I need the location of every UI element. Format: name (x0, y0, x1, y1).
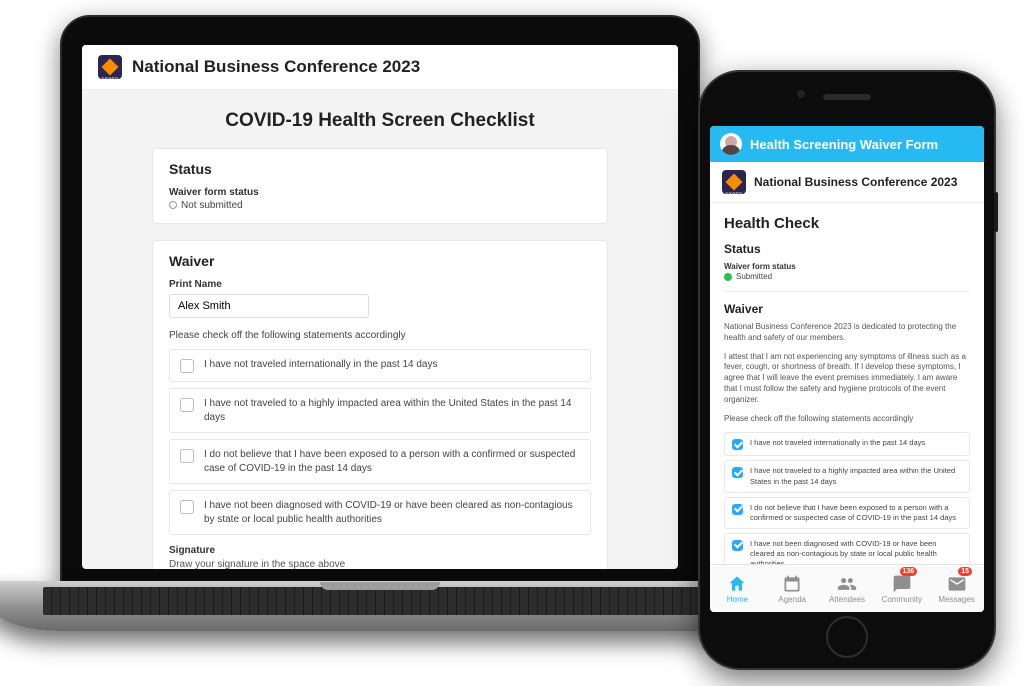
signature-hint: Draw your signature in the space above (169, 559, 591, 569)
mobile-header-bar: Health Screening Waiver Form (710, 126, 984, 162)
statement-row[interactable]: I do not believe that I have been expose… (169, 439, 591, 484)
print-name-input[interactable] (169, 294, 369, 318)
status-heading: Status (169, 161, 591, 177)
checklist-instructions: Please check off the following statement… (724, 414, 970, 425)
statement-text: I have not traveled internationally in t… (204, 358, 437, 373)
statement-text: I have not been diagnosed with COVID-19 … (750, 539, 962, 564)
status-heading: Status (724, 242, 970, 256)
waiver-heading: Waiver (169, 253, 591, 269)
tab-community[interactable]: 136 Community (874, 565, 929, 612)
phone-side-button (994, 192, 998, 232)
chat-icon (892, 574, 912, 594)
status-dot-icon (724, 273, 732, 281)
checkbox-icon[interactable] (732, 540, 743, 551)
waiver-intro: National Business Conference 2023 is ded… (724, 322, 970, 344)
tab-agenda[interactable]: Agenda (765, 565, 820, 612)
waiver-card: Waiver Print Name Please check off the f… (152, 240, 608, 569)
event-header: National Business Conference 2023 (82, 45, 678, 90)
checkbox-icon[interactable] (732, 504, 743, 515)
statement-row[interactable]: I have not been diagnosed with COVID-19 … (169, 490, 591, 535)
statement-row[interactable]: I have not traveled to a highly impacted… (169, 388, 591, 433)
statement-text: I have not traveled internationally in t… (750, 438, 925, 450)
print-name-label: Print Name (169, 279, 591, 290)
status-label: Waiver form status (169, 187, 591, 198)
phone-mockup: Health Screening Waiver Form National Bu… (698, 70, 996, 670)
people-icon (837, 574, 857, 594)
statement-row[interactable]: I do not believe that I have been expose… (724, 497, 970, 529)
page-title: COVID-19 Health Screen Checklist (152, 110, 608, 132)
tab-messages[interactable]: 15 Messages (929, 565, 984, 612)
tab-home[interactable]: Home (710, 565, 765, 612)
tab-attendees[interactable]: Attendees (820, 565, 875, 612)
messages-badge: 15 (958, 567, 972, 576)
status-dot-icon (169, 201, 177, 209)
status-value: Submitted (724, 272, 970, 281)
home-icon (727, 574, 747, 594)
checkbox-icon[interactable] (180, 398, 194, 412)
event-logo-icon (722, 170, 746, 194)
statement-text: I have not traveled to a highly impacted… (750, 466, 962, 486)
phone-body: Health Screening Waiver Form National Bu… (698, 70, 996, 670)
checkbox-icon[interactable] (180, 359, 194, 373)
mobile-page-title: Health Check (724, 215, 970, 232)
checkbox-icon[interactable] (180, 500, 194, 514)
status-value: Not submitted (169, 200, 591, 211)
checkbox-icon[interactable] (180, 449, 194, 463)
checkbox-icon[interactable] (732, 439, 743, 450)
statement-text: I have not been diagnosed with COVID-19 … (204, 499, 580, 526)
status-label: Waiver form status (724, 262, 970, 271)
desktop-body: COVID-19 Health Screen Checklist Status … (82, 90, 678, 569)
status-card: Status Waiver form status Not submitted (152, 148, 608, 224)
statement-text: I do not believe that I have been expose… (204, 448, 580, 475)
mobile-content: National Business Conference 2023 Health… (710, 162, 984, 564)
event-logo-icon (98, 55, 122, 79)
mail-icon (947, 574, 967, 594)
user-avatar[interactable] (720, 133, 742, 155)
statement-text: I do not believe that I have been expose… (750, 503, 962, 523)
phone-speaker (823, 94, 871, 100)
signature-label: Signature (169, 545, 591, 556)
phone-home-button (826, 616, 868, 658)
statement-row[interactable]: I have not traveled to a highly impacted… (724, 460, 970, 492)
phone-camera (797, 90, 805, 98)
laptop-keyboard (0, 581, 772, 631)
waiver-attestation: I attest that I am not experiencing any … (724, 352, 970, 406)
divider (724, 291, 970, 292)
statement-row[interactable]: I have not traveled internationally in t… (169, 349, 591, 382)
community-badge: 136 (900, 567, 918, 576)
laptop-body: National Business Conference 2023 COVID-… (60, 15, 700, 595)
calendar-icon (782, 574, 802, 594)
event-title: National Business Conference 2023 (132, 57, 420, 77)
checkbox-icon[interactable] (732, 467, 743, 478)
statement-text: I have not traveled to a highly impacted… (204, 397, 580, 424)
waiver-heading: Waiver (724, 302, 970, 316)
event-strip: National Business Conference 2023 (710, 162, 984, 203)
mobile-header-title: Health Screening Waiver Form (750, 137, 938, 152)
checklist-instructions: Please check off the following statement… (169, 330, 591, 341)
phone-screen: Health Screening Waiver Form National Bu… (710, 126, 984, 612)
bottom-tab-bar: Home Agenda Attendees 136 Community 15 (710, 564, 984, 612)
laptop-mockup: National Business Conference 2023 COVID-… (60, 15, 700, 595)
statement-row[interactable]: I have not been diagnosed with COVID-19 … (724, 533, 970, 564)
desktop-screen: National Business Conference 2023 COVID-… (82, 45, 678, 569)
event-title: National Business Conference 2023 (754, 175, 957, 189)
statement-row[interactable]: I have not traveled internationally in t… (724, 432, 970, 456)
